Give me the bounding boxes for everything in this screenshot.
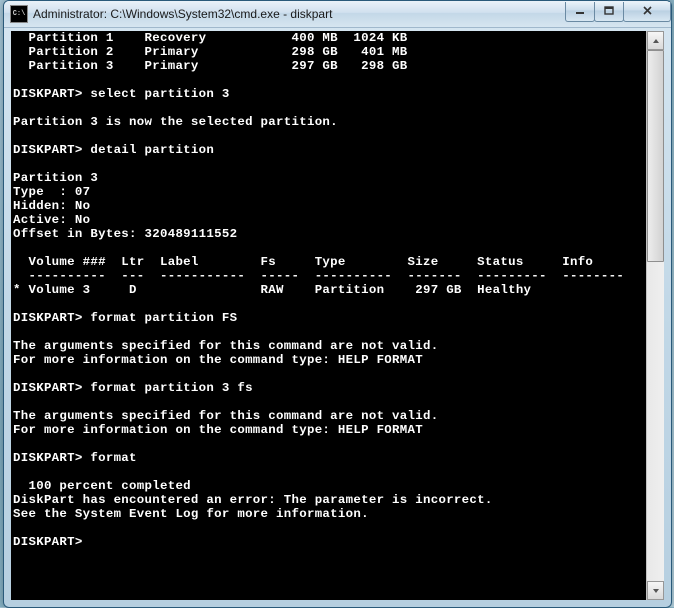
terminal-line: The arguments specified for this command… xyxy=(13,409,646,423)
maximize-icon xyxy=(604,6,615,16)
terminal-line: * Volume 3 D RAW Partition 297 GB Health… xyxy=(13,283,646,297)
window-controls xyxy=(566,2,671,21)
terminal-line: DISKPART> select partition 3 xyxy=(13,87,646,101)
terminal-line: Partition 3 is now the selected partitio… xyxy=(13,115,646,129)
terminal-line: Partition 2 Primary 298 GB 401 MB xyxy=(13,45,646,59)
terminal-line: DISKPART> detail partition xyxy=(13,143,646,157)
terminal-line xyxy=(13,297,646,311)
terminal-line xyxy=(13,241,646,255)
terminal-line: ---------- --- ----------- ----- -------… xyxy=(13,269,646,283)
terminal-line xyxy=(13,157,646,171)
terminal-line xyxy=(13,129,646,143)
terminal-line: Partition 3 Primary 297 GB 298 GB xyxy=(13,59,646,73)
terminal-line: DISKPART> format partition 3 fs xyxy=(13,381,646,395)
terminal-line xyxy=(13,395,646,409)
terminal-line xyxy=(13,325,646,339)
terminal-line: DISKPART> format partition FS xyxy=(13,311,646,325)
vertical-scrollbar[interactable] xyxy=(646,31,664,600)
minimize-icon xyxy=(575,6,586,16)
terminal-line: The arguments specified for this command… xyxy=(13,339,646,353)
terminal-output[interactable]: Partition 1 Recovery 400 MB 1024 KB Part… xyxy=(11,31,646,600)
scroll-track[interactable] xyxy=(647,50,664,581)
terminal-line xyxy=(13,101,646,115)
close-button[interactable] xyxy=(623,2,671,22)
terminal-line: For more information on the command type… xyxy=(13,423,646,437)
terminal-line: Partition 1 Recovery 400 MB 1024 KB xyxy=(13,31,646,45)
scroll-thumb[interactable] xyxy=(647,50,664,262)
terminal-line: Volume ### Ltr Label Fs Type Size Status… xyxy=(13,255,646,269)
terminal-line: DiskPart has encountered an error: The p… xyxy=(13,493,646,507)
chevron-down-icon xyxy=(652,587,660,595)
terminal-line: DISKPART> xyxy=(13,535,646,549)
terminal-line: Hidden: No xyxy=(13,199,646,213)
terminal-line: Partition 3 xyxy=(13,171,646,185)
scroll-down-button[interactable] xyxy=(647,581,664,600)
terminal-line: Type : 07 xyxy=(13,185,646,199)
client-area: Partition 1 Recovery 400 MB 1024 KB Part… xyxy=(11,31,664,600)
cmd-icon xyxy=(10,5,28,23)
terminal-line: 100 percent completed xyxy=(13,479,646,493)
terminal-line xyxy=(13,73,646,87)
minimize-button[interactable] xyxy=(565,2,595,22)
terminal-line: See the System Event Log for more inform… xyxy=(13,507,646,521)
terminal-line xyxy=(13,437,646,451)
titlebar[interactable]: Administrator: C:\Windows\System32\cmd.e… xyxy=(4,1,671,28)
chevron-up-icon xyxy=(652,37,660,45)
terminal-line: For more information on the command type… xyxy=(13,353,646,367)
terminal-line xyxy=(13,367,646,381)
terminal-line: Active: No xyxy=(13,213,646,227)
scroll-up-button[interactable] xyxy=(647,31,664,50)
terminal-line: Offset in Bytes: 320489111552 xyxy=(13,227,646,241)
terminal-line xyxy=(13,549,646,563)
window-title: Administrator: C:\Windows\System32\cmd.e… xyxy=(33,7,566,21)
terminal-line xyxy=(13,465,646,479)
cmd-window: Administrator: C:\Windows\System32\cmd.e… xyxy=(3,0,672,608)
maximize-button[interactable] xyxy=(594,2,624,22)
terminal-line xyxy=(13,521,646,535)
terminal-line: DISKPART> format xyxy=(13,451,646,465)
close-icon xyxy=(642,6,653,16)
